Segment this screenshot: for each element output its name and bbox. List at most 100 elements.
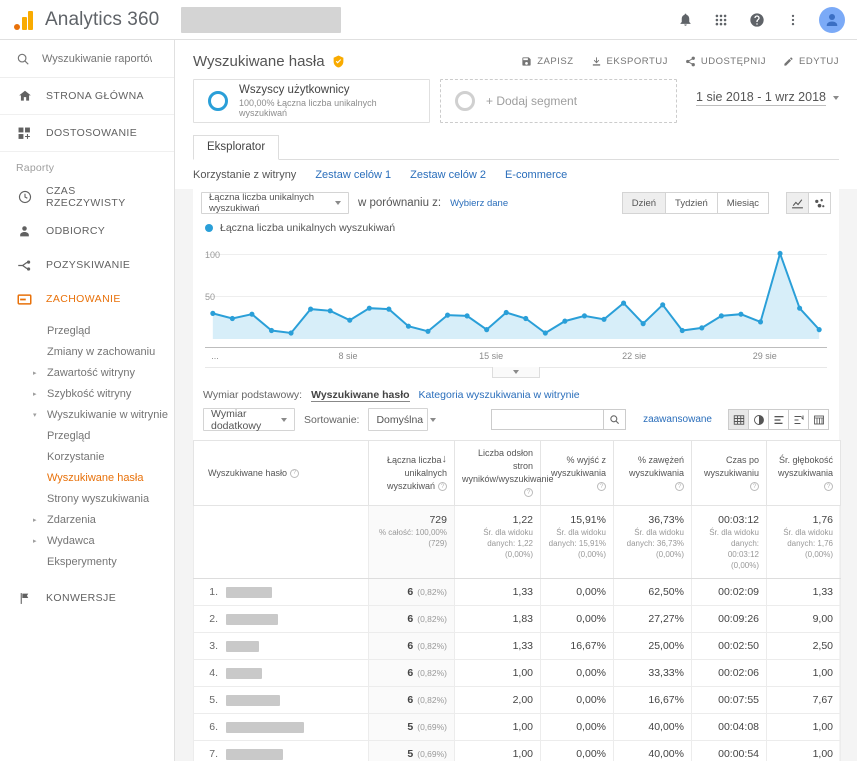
add-segment-button[interactable]: + Dodaj segment [440, 79, 677, 123]
sidebar-subitem-wyszukiwanie-w-witrynie[interactable]: ▾ Wyszukiwanie w witrynie [0, 404, 174, 425]
primary-dimension-value[interactable]: Wyszukiwane hasło [311, 389, 410, 402]
bell-icon[interactable] [675, 10, 695, 30]
granularity-day[interactable]: Dzień [621, 192, 667, 214]
search-input[interactable] [42, 52, 152, 65]
tab-zestaw-celow-1[interactable]: Zestaw celów 1 [315, 169, 391, 181]
row-term-cell[interactable]: 2. [193, 605, 369, 634]
edit-button[interactable]: EDYTUJ [783, 56, 839, 67]
row-term-redacted [226, 613, 278, 625]
cell-results-pageviews: 1,83 [454, 605, 541, 634]
tab-zestaw-celow-2[interactable]: Zestaw celów 2 [410, 169, 486, 181]
tab-korzystanie-z-witryny[interactable]: Korzystanie z witryny [193, 169, 296, 181]
export-button[interactable]: EKSPORTUJ [591, 56, 668, 67]
sidebar-subitem-wydawca[interactable]: ▸ Wydawca [0, 530, 174, 551]
sidebar-subitem-korzystanie[interactable]: Korzystanie [0, 446, 174, 467]
table-search-button[interactable] [603, 409, 627, 430]
pie-view-icon[interactable] [748, 409, 769, 430]
help-icon[interactable] [747, 10, 767, 30]
apps-grid-icon[interactable] [711, 10, 731, 30]
column-header-search-term[interactable]: Wyszukiwane hasło? [193, 439, 369, 507]
sidebar-subitem-zdarzenia[interactable]: ▸ Zdarzenia [0, 509, 174, 530]
column-header-total-unique-searches[interactable]: ↓ Łączna liczba unikalnych wyszukiwań? [368, 439, 455, 507]
column-header-search-refinements[interactable]: % zawężeń wyszukiwania? [613, 439, 692, 507]
advanced-filter-link[interactable]: zaawansowane [643, 414, 712, 425]
tab-eksplorator[interactable]: Eksplorator [193, 135, 280, 160]
sidebar-subitem-zmiany-w-zachowaniu[interactable]: Zmiany w zachowaniu [0, 341, 174, 362]
sidebar-subitem-zawartosc-witryny[interactable]: ▸ Zawartość witryny [0, 362, 174, 383]
row-term-cell[interactable]: 1. [193, 578, 369, 607]
table-row[interactable]: 3. 6 (0,82%) 1,33 16,67% 25,00% 00:02:50 2,50 [193, 632, 841, 661]
segment-all-users[interactable]: Wszyscy użytkownicy 100,00% Łączna liczb… [193, 79, 430, 123]
top-bar-actions [675, 6, 845, 33]
sidebar-subitem-przeglad-2[interactable]: Przegląd [0, 425, 174, 446]
save-button[interactable]: ZAPISZ [521, 56, 573, 67]
table-row[interactable]: 5. 6 (0,82%) 2,00 0,00% 16,67% 00:07:55 7,67 [193, 686, 841, 715]
row-index: 4. [209, 667, 218, 680]
compare-select-link[interactable]: Wybierz dane [450, 198, 508, 209]
row-term-cell[interactable]: 6. [193, 713, 369, 742]
row-term-cell[interactable]: 4. [193, 659, 369, 688]
column-header-time-after-search[interactable]: Czas po wyszukiwaniu? [691, 439, 767, 507]
sidebar-subitem-wyszukiwane-hasla[interactable]: Wyszukiwane hasła [0, 467, 174, 488]
sidebar-subitem-label: Przegląd [47, 429, 91, 442]
sidebar-item-conversions[interactable]: KONWERSJE [0, 581, 174, 615]
cell-time-after-search: 00:02:06 [691, 659, 767, 688]
table-search-input[interactable] [491, 409, 604, 430]
column-header-results-pageviews[interactable]: Liczba odsłon stron wyników/wyszukiwanie… [454, 439, 554, 507]
line-chart-icon[interactable] [786, 192, 809, 214]
column-header-search-depth[interactable]: Śr. głębokość wyszukiwania? [766, 439, 841, 507]
more-vert-icon[interactable] [783, 10, 803, 30]
comparison-view-icon[interactable] [788, 409, 809, 430]
help-icon[interactable]: ? [289, 468, 299, 478]
sidebar-item-acquisition[interactable]: POZYSKIWANIE [0, 248, 174, 282]
help-icon[interactable]: ? [824, 481, 833, 491]
help-icon[interactable]: ? [675, 481, 684, 491]
chart-collapse-handle[interactable] [492, 367, 540, 378]
sidebar-item-realtime[interactable]: CZAS RZECZYWISTY [0, 180, 174, 214]
help-icon[interactable]: ? [438, 481, 447, 491]
row-index: 3. [209, 640, 218, 653]
avatar[interactable] [819, 6, 845, 33]
table-view-icon[interactable] [728, 409, 749, 430]
sort-select[interactable]: Domyślna [368, 408, 437, 431]
cell-unique-searches: 6 (0,82%) [368, 605, 455, 634]
date-range-picker[interactable]: 1 sie 2018 - 1 wrz 2018 [696, 79, 839, 106]
sidebar-subitem-przeglad[interactable]: Przegląd [0, 320, 174, 341]
secondary-dimension-select[interactable]: Wymiar dodatkowy [203, 408, 295, 432]
bar-view-icon[interactable] [768, 409, 789, 430]
help-icon[interactable]: ? [750, 481, 759, 491]
table-row[interactable]: 2. 6 (0,82%) 1,83 0,00% 27,27% 00:09:26 9,00 [193, 605, 841, 634]
add-segment-label: + Dodaj segment [486, 94, 578, 108]
sidebar-subitem-strony-wyszukiwania[interactable]: Strony wyszukiwania [0, 488, 174, 509]
cell-results-pageviews: 1,33 [454, 632, 541, 661]
sidebar-item-customization[interactable]: DOSTOSOWANIE [0, 115, 174, 152]
sidebar-subitem-eksperymenty[interactable]: Eksperymenty [0, 551, 174, 572]
sidebar-item-home[interactable]: STRONA GŁÓWNA [0, 78, 174, 115]
sidebar-subitem-label: Zmiany w zachowaniu [47, 345, 156, 358]
chart-panel: Łączna liczba unikalnych wyszukiwań w po… [193, 189, 841, 761]
table-row[interactable]: 1. 6 (0,82%) 1,33 0,00% 62,50% 00:02:09 1,33 [193, 578, 841, 607]
table-row[interactable]: 7. 5 (0,69%) 1,00 0,00% 40,00% 00:00:54 1,00 [193, 740, 841, 761]
sidebar-item-behavior[interactable]: ZACHOWANIE [0, 282, 174, 316]
report-search[interactable] [0, 40, 174, 78]
metric-select[interactable]: Łączna liczba unikalnych wyszukiwań [201, 192, 349, 214]
sidebar-subitem-szybkosc-witryny[interactable]: ▸ Szybkość witryny [0, 383, 174, 404]
help-icon[interactable]: ? [597, 481, 606, 491]
column-header-search-exits[interactable]: % wyjść z wyszukiwania? [540, 439, 614, 507]
granularity-week[interactable]: Tydzień [665, 192, 718, 214]
row-term-cell[interactable]: 5. [193, 686, 369, 715]
pivot-view-icon[interactable] [808, 409, 829, 430]
alternate-dimension-link[interactable]: Kategoria wyszukiwania w witrynie [419, 389, 580, 401]
motion-chart-icon[interactable] [808, 192, 831, 214]
tab-ecommerce[interactable]: E-commerce [505, 169, 567, 181]
help-icon[interactable]: ? [524, 488, 533, 498]
share-button[interactable]: UDOSTĘPNIJ [685, 56, 766, 67]
table-row[interactable]: 4. 6 (0,82%) 1,00 0,00% 33,33% 00:02:06 1,00 [193, 659, 841, 688]
chart-plot[interactable]: 100 50 [205, 239, 827, 347]
sidebar-item-audience[interactable]: ODBIORCY [0, 214, 174, 248]
row-term-cell[interactable]: 3. [193, 632, 369, 661]
table-row[interactable]: 6. 5 (0,69%) 1,00 0,00% 40,00% 00:04:08 1,00 [193, 713, 841, 742]
granularity-month[interactable]: Miesiąc [716, 192, 769, 214]
account-name-redacted[interactable] [181, 6, 342, 33]
row-term-cell[interactable]: 7. [193, 740, 369, 761]
